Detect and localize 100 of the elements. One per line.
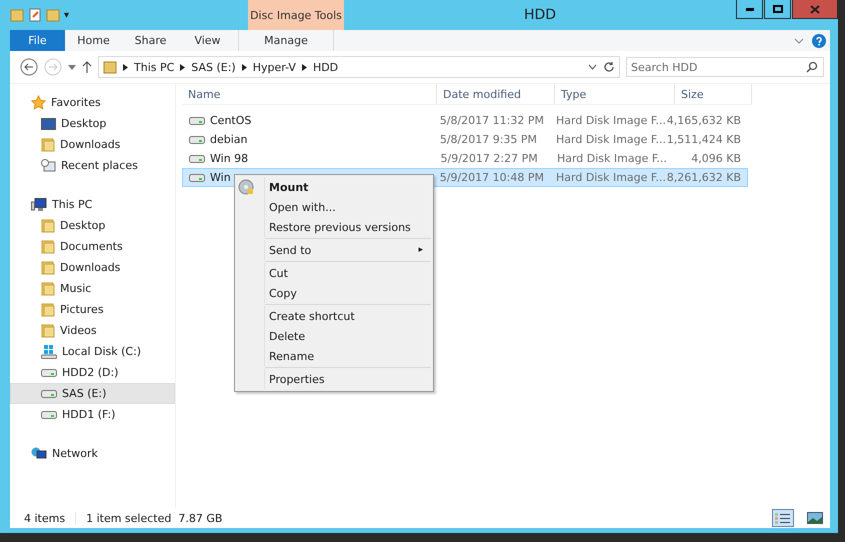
size-cell-text: 1,511,424 KB	[670, 133, 742, 146]
recent-places-icon	[41, 158, 56, 172]
sidebar-item[interactable]: Documents	[10, 236, 175, 257]
chevron-icon[interactable]	[242, 64, 247, 70]
type-cell-text: Hard Disk Image F...	[556, 152, 668, 165]
sidebar-item[interactable]: Favorites	[10, 92, 175, 113]
date-cell-text: 5/8/2017 11:32 PM	[438, 114, 545, 127]
refresh-icon[interactable]	[603, 61, 615, 73]
sidebar-item[interactable]: Recent places	[10, 155, 175, 176]
sidebar-item[interactable]: HDD1 (F:)	[10, 404, 175, 425]
breadcrumb-segment[interactable]: Hyper-V	[252, 60, 296, 74]
maximize-button[interactable]	[764, 0, 791, 19]
menu-item[interactable]: Properties	[264, 369, 431, 389]
menu-item[interactable]: Copy	[264, 283, 431, 303]
file-name: Win	[210, 171, 231, 184]
help-icon[interactable]	[812, 34, 826, 48]
ribbon-tab[interactable]: Share	[122, 30, 179, 51]
sidebar-item[interactable]: Desktop	[10, 113, 175, 134]
breadcrumb-segment[interactable]: HDD	[312, 60, 338, 74]
column-header[interactable]: Date modified	[437, 84, 555, 104]
size-cell-text: 8,261,632 KB	[670, 171, 742, 184]
menu-item[interactable]: Create shortcut	[264, 306, 431, 326]
computer-icon	[31, 198, 47, 212]
folder-icon	[41, 218, 55, 232]
column-header[interactable]: Name	[182, 84, 437, 104]
minimize-icon	[746, 8, 754, 10]
folder-icon	[41, 138, 55, 152]
ribbon-tab[interactable]: File	[10, 30, 65, 51]
dropdown-icon[interactable]	[588, 64, 597, 70]
chevron-icon[interactable]	[302, 64, 307, 70]
sidebar-item[interactable]: Local Disk (C:)	[10, 341, 175, 362]
column-header[interactable]: Type	[555, 84, 675, 104]
file-name: CentOS	[210, 114, 252, 127]
sidebar-item[interactable]: Music	[10, 278, 175, 299]
drive-icon	[41, 389, 57, 398]
drive-icon	[189, 173, 205, 182]
chevron-icon[interactable]	[123, 64, 128, 70]
address-bar[interactable]: This PC SAS (E:) Hyper-V HDD	[98, 56, 620, 78]
folder-icon	[41, 240, 55, 254]
folder-icon	[41, 302, 55, 316]
drive-icon	[41, 410, 57, 419]
selection-info: 1 item selected 7.87 GB	[75, 512, 222, 524]
close-button[interactable]	[792, 0, 838, 19]
sidebar-item[interactable]: Downloads	[10, 134, 175, 155]
date-cell-text: 5/9/2017 2:27 PM	[439, 152, 539, 165]
sidebar-item[interactable]: Pictures	[10, 299, 175, 320]
desktop-icon	[41, 118, 56, 130]
ribbon-tab[interactable]: View	[179, 30, 236, 51]
type-cell-text: Hard Disk Image F...	[555, 171, 667, 184]
file-name: Win 98	[210, 152, 248, 165]
menu-item[interactable]: Mount	[264, 177, 431, 197]
back-icon[interactable]	[20, 58, 38, 76]
up-arrow-icon[interactable]	[82, 61, 92, 73]
sidebar-item[interactable]: Desktop	[10, 215, 175, 236]
chevron-icon[interactable]	[180, 64, 186, 70]
type-cell-text: Hard Disk Image F...	[555, 114, 667, 127]
ribbon-tab[interactable]: Home	[65, 30, 122, 51]
size-cell-text: 4,096 KB	[690, 152, 742, 165]
drive-icon	[189, 116, 205, 125]
menu-item[interactable]: Open with...	[264, 197, 431, 217]
column-header[interactable]: Size	[675, 84, 752, 104]
breadcrumb-segment[interactable]: This PC	[134, 60, 174, 74]
contextual-tab-title: Disc Image Tools	[248, 0, 344, 30]
tiles-view-button[interactable]	[804, 509, 826, 527]
menu-item[interactable]: Delete	[264, 326, 431, 346]
menu-item[interactable]: Send to ▸	[264, 240, 431, 260]
customize-menu-glyph[interactable]: ▾	[64, 10, 70, 20]
sidebar-item[interactable]: Videos	[10, 320, 175, 341]
details-view-button[interactable]	[772, 509, 794, 527]
sidebar-item[interactable]: This PC	[10, 194, 175, 215]
properties-icon[interactable]	[28, 8, 42, 22]
sidebar-item[interactable]: Network	[10, 443, 175, 464]
file-row[interactable]: debian 5/8/2017 9:35 PM Hard Disk Image F...1,511,424 KB	[182, 130, 748, 149]
file-name: debian	[210, 133, 248, 146]
minimize-button[interactable]	[736, 0, 763, 19]
windows-drive-icon	[41, 344, 57, 358]
folder-icon	[41, 282, 55, 296]
close-icon	[810, 4, 820, 14]
folder-icon	[41, 324, 55, 338]
folder-icon	[41, 260, 55, 274]
window-title: HDD	[522, 6, 558, 23]
sidebar-item[interactable]: SAS (E:)	[10, 383, 175, 404]
maximize-icon	[772, 5, 782, 13]
search-field[interactable]: Search HDD	[626, 57, 824, 77]
date-cell-text: 5/8/2017 9:35 PM	[438, 133, 538, 146]
drive-icon	[41, 368, 57, 377]
menu-item[interactable]: Restore previous versions	[264, 217, 431, 237]
expand-ribbon-icon[interactable]	[794, 38, 804, 44]
sidebar-item[interactable]: HDD2 (D:)	[10, 362, 175, 383]
drive-icon	[189, 135, 205, 144]
recent-locations-icon[interactable]	[68, 64, 76, 70]
sidebar-item[interactable]: Downloads	[10, 257, 175, 278]
menu-item[interactable]: Cut	[264, 263, 431, 283]
file-row[interactable]: Win 98 5/9/2017 2:27 PM Hard Disk Image F... 4,096 KB	[182, 149, 748, 168]
file-row[interactable]: CentOS 5/8/2017 11:32 PM Hard Disk Image F...4,165,632 KB	[182, 111, 748, 130]
menu-item[interactable]: Rename	[264, 346, 431, 366]
network-icon	[31, 446, 47, 460]
search-icon	[806, 61, 818, 73]
breadcrumb-segment[interactable]: SAS (E:)	[191, 60, 236, 74]
star-icon	[31, 95, 46, 110]
